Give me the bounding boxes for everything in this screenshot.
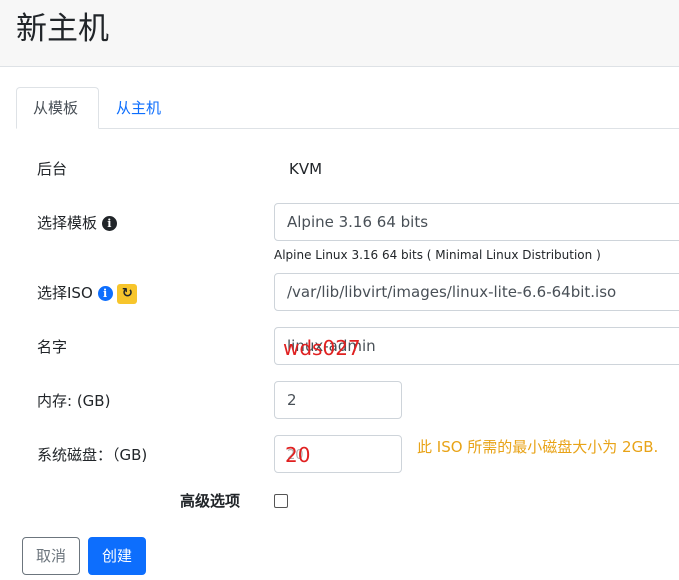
backend-value: KVM xyxy=(289,160,323,178)
iso-label-group: 选择ISO i ↻ xyxy=(37,283,138,304)
page-title: 新主机 xyxy=(16,11,109,47)
template-label-group: 选择模板 i xyxy=(37,213,117,233)
disk-label: 系统磁盘：（GB) xyxy=(37,446,148,464)
memory-input[interactable]: 2 xyxy=(274,381,402,419)
create-button[interactable]: 创建 xyxy=(88,537,146,575)
iso-select-value: /var/lib/libvirt/images/linux-lite-6.6-6… xyxy=(287,283,617,301)
backend-label: 后台 xyxy=(37,160,68,178)
template-description: Alpine Linux 3.16 64 bits ( Minimal Linu… xyxy=(274,248,601,262)
tab-from-template[interactable]: 从模板 xyxy=(16,87,99,129)
page-header: 新主机 xyxy=(0,0,679,67)
refresh-icon[interactable]: ↻ xyxy=(117,283,138,304)
name-label: 名字 xyxy=(37,338,68,356)
tab-bar: 从模板 从主机 xyxy=(16,87,679,129)
memory-label: 内存: (GB) xyxy=(37,392,111,410)
template-select-value: Alpine 3.16 64 bits xyxy=(287,213,429,231)
template-label: 选择模板 xyxy=(37,214,98,232)
disk-annotation: 20 xyxy=(285,443,311,467)
tab-from-host[interactable]: 从主机 xyxy=(99,87,178,128)
cancel-button[interactable]: 取消 xyxy=(22,537,80,575)
name-annotation: wds027 xyxy=(283,336,361,360)
info-circle-icon[interactable]: i xyxy=(97,286,113,301)
iso-select[interactable]: /var/lib/libvirt/images/linux-lite-6.6-6… xyxy=(274,273,679,311)
disk-warning: 此 ISO 所需的最小磁盘大小为 2GB. xyxy=(417,438,659,456)
memory-input-value: 2 xyxy=(287,391,297,409)
iso-label: 选择ISO xyxy=(37,284,93,302)
info-circle-icon[interactable]: i xyxy=(101,216,117,231)
template-select[interactable]: Alpine 3.16 64 bits xyxy=(274,203,679,241)
advanced-options-checkbox[interactable] xyxy=(274,494,288,508)
advanced-options-label: 高级选项 xyxy=(180,492,241,510)
